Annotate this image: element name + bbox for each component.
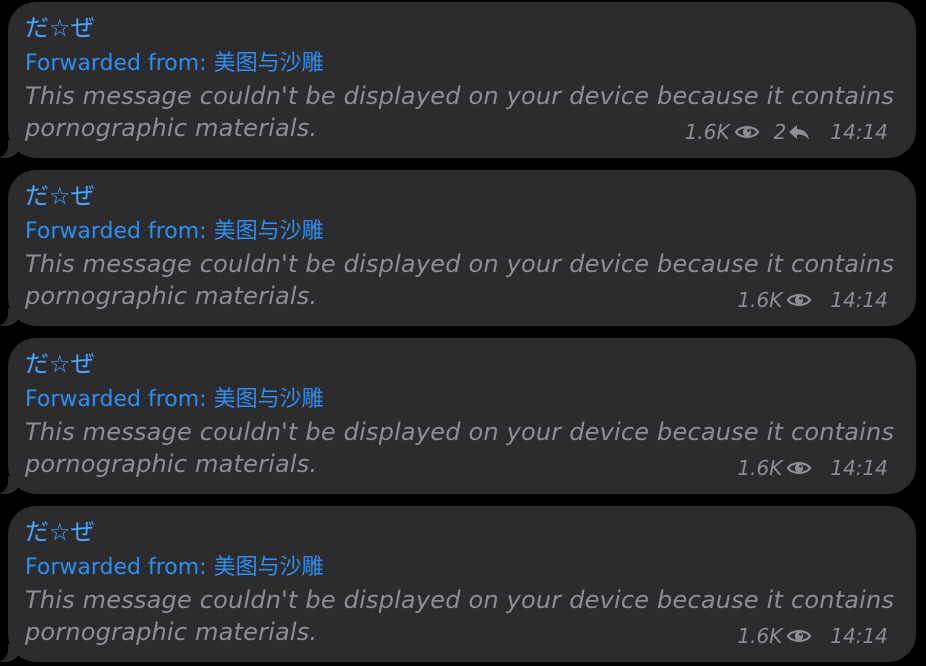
message-time: 14:14 [830, 456, 888, 480]
sender-name[interactable]: だ☆ぜ [25, 348, 95, 380]
eye-icon [786, 627, 812, 645]
bubble-tail [0, 476, 20, 494]
forwarded-from-link[interactable]: Forwarded from: 美图与沙雕 [25, 217, 324, 247]
message-meta: 1.6K 2 14:14 [685, 120, 888, 144]
message-time: 14:14 [830, 120, 888, 144]
forwarded-from-link[interactable]: Forwarded from: 美图与沙雕 [25, 49, 324, 79]
bubble-tail [0, 140, 20, 158]
message-bubble[interactable]: だ☆ぜ Forwarded from: 美图与沙雕 This message c… [0, 338, 916, 494]
bubble-tail [0, 308, 20, 326]
message-bubble[interactable]: だ☆ぜ Forwarded from: 美图与沙雕 This message c… [0, 170, 916, 326]
message-time: 14:14 [830, 624, 888, 648]
message-meta: 1.6K 14:14 [737, 624, 888, 648]
message-bubble[interactable]: だ☆ぜ Forwarded from: 美图与沙雕 This message c… [0, 2, 916, 158]
bubble-tail [0, 644, 20, 662]
message-meta: 1.6K 14:14 [737, 288, 888, 312]
view-count: 1.6K [684, 120, 730, 144]
eye-icon [786, 459, 812, 477]
message-meta: 1.6K 14:14 [737, 456, 888, 480]
reply-count[interactable]: 2 [774, 120, 787, 144]
eye-icon [786, 291, 812, 309]
view-count: 1.6K [737, 288, 783, 312]
forwarded-from-link[interactable]: Forwarded from: 美图与沙雕 [25, 385, 324, 415]
view-count: 1.6K [737, 624, 783, 648]
sender-name[interactable]: だ☆ぜ [25, 180, 95, 212]
sender-name[interactable]: だ☆ぜ [25, 12, 95, 44]
view-count: 1.6K [737, 456, 783, 480]
forwarded-from-link[interactable]: Forwarded from: 美图与沙雕 [25, 553, 324, 583]
message-time: 14:14 [830, 288, 888, 312]
eye-icon [734, 123, 760, 141]
sender-name[interactable]: だ☆ぜ [25, 516, 95, 548]
message-feed: だ☆ぜ Forwarded from: 美图与沙雕 This message c… [0, 0, 926, 666]
reply-arrow-icon[interactable] [788, 123, 810, 141]
message-bubble[interactable]: だ☆ぜ Forwarded from: 美图与沙雕 This message c… [0, 506, 916, 662]
